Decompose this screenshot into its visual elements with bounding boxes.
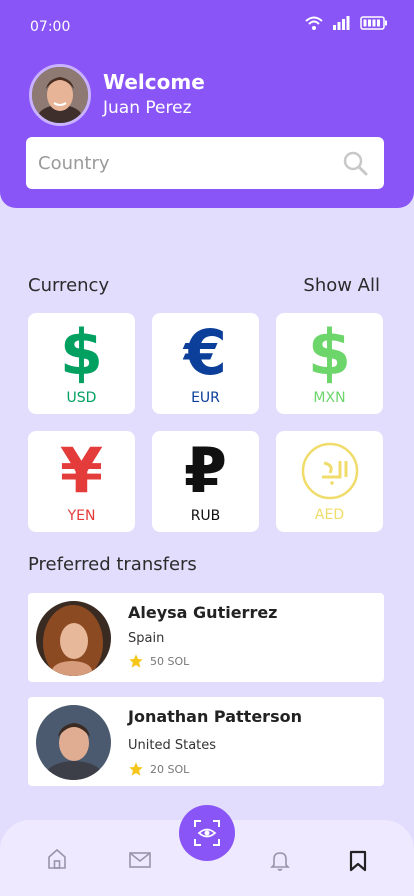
currency-code: AED bbox=[314, 506, 345, 523]
transfer-amount: 20 SOL bbox=[150, 763, 190, 776]
transfer-item[interactable]: Aleysa Gutierrez Spain 50 SOL bbox=[28, 593, 384, 682]
star-icon bbox=[129, 762, 143, 776]
show-all-button[interactable]: Show All bbox=[303, 275, 380, 296]
battery-icon bbox=[360, 16, 387, 30]
home-icon[interactable] bbox=[47, 848, 67, 870]
status-icons bbox=[305, 16, 388, 30]
transfer-country: United States bbox=[128, 738, 217, 753]
avatar bbox=[36, 705, 111, 780]
bell-icon[interactable] bbox=[270, 850, 290, 872]
dollar-icon: $ bbox=[59, 315, 104, 389]
dirham-icon bbox=[301, 442, 358, 499]
user-name: Juan Perez bbox=[103, 98, 192, 118]
currency-card-rub[interactable]: ₽ RUB bbox=[152, 431, 259, 532]
search-bar bbox=[26, 137, 384, 189]
transfer-amount: 50 SOL bbox=[150, 655, 190, 668]
currency-title: Currency bbox=[28, 275, 110, 296]
wifi-icon bbox=[305, 16, 323, 30]
currency-card-aed[interactable]: AED bbox=[276, 431, 383, 532]
transfer-country: Spain bbox=[128, 631, 165, 646]
currency-card-eur[interactable]: € EUR bbox=[152, 313, 259, 414]
search-input[interactable] bbox=[38, 149, 328, 177]
transfer-item[interactable]: Jonathan Patterson United States 20 SOL bbox=[28, 697, 384, 786]
transfer-name: Aleysa Gutierrez bbox=[128, 603, 278, 622]
currency-card-mxn[interactable]: $ MXN bbox=[276, 313, 383, 414]
avatar bbox=[36, 601, 111, 676]
welcome-heading: Welcome bbox=[103, 70, 205, 94]
bookmark-icon[interactable] bbox=[349, 850, 367, 872]
scan-icon bbox=[194, 820, 220, 846]
transfers-title: Preferred transfers bbox=[28, 554, 197, 575]
search-icon[interactable] bbox=[342, 150, 368, 176]
signal-icon bbox=[333, 16, 350, 30]
avatar[interactable] bbox=[29, 64, 91, 126]
currency-card-usd[interactable]: $ USD bbox=[28, 313, 135, 414]
peso-icon: $ bbox=[307, 315, 352, 389]
transfer-name: Jonathan Patterson bbox=[128, 707, 302, 726]
ruble-icon: ₽ bbox=[183, 433, 228, 507]
currency-code: RUB bbox=[190, 507, 221, 524]
currency-code: YEN bbox=[67, 507, 96, 524]
mail-icon[interactable] bbox=[129, 852, 151, 868]
scan-button[interactable] bbox=[179, 805, 235, 861]
yen-icon: ¥ bbox=[59, 433, 104, 507]
currency-code: EUR bbox=[191, 389, 220, 406]
star-icon bbox=[129, 654, 143, 668]
euro-icon: € bbox=[183, 315, 228, 389]
currency-code: USD bbox=[66, 389, 97, 406]
status-time: 07:00 bbox=[30, 19, 71, 35]
currency-card-yen[interactable]: ¥ YEN bbox=[28, 431, 135, 532]
currency-code: MXN bbox=[313, 389, 346, 406]
